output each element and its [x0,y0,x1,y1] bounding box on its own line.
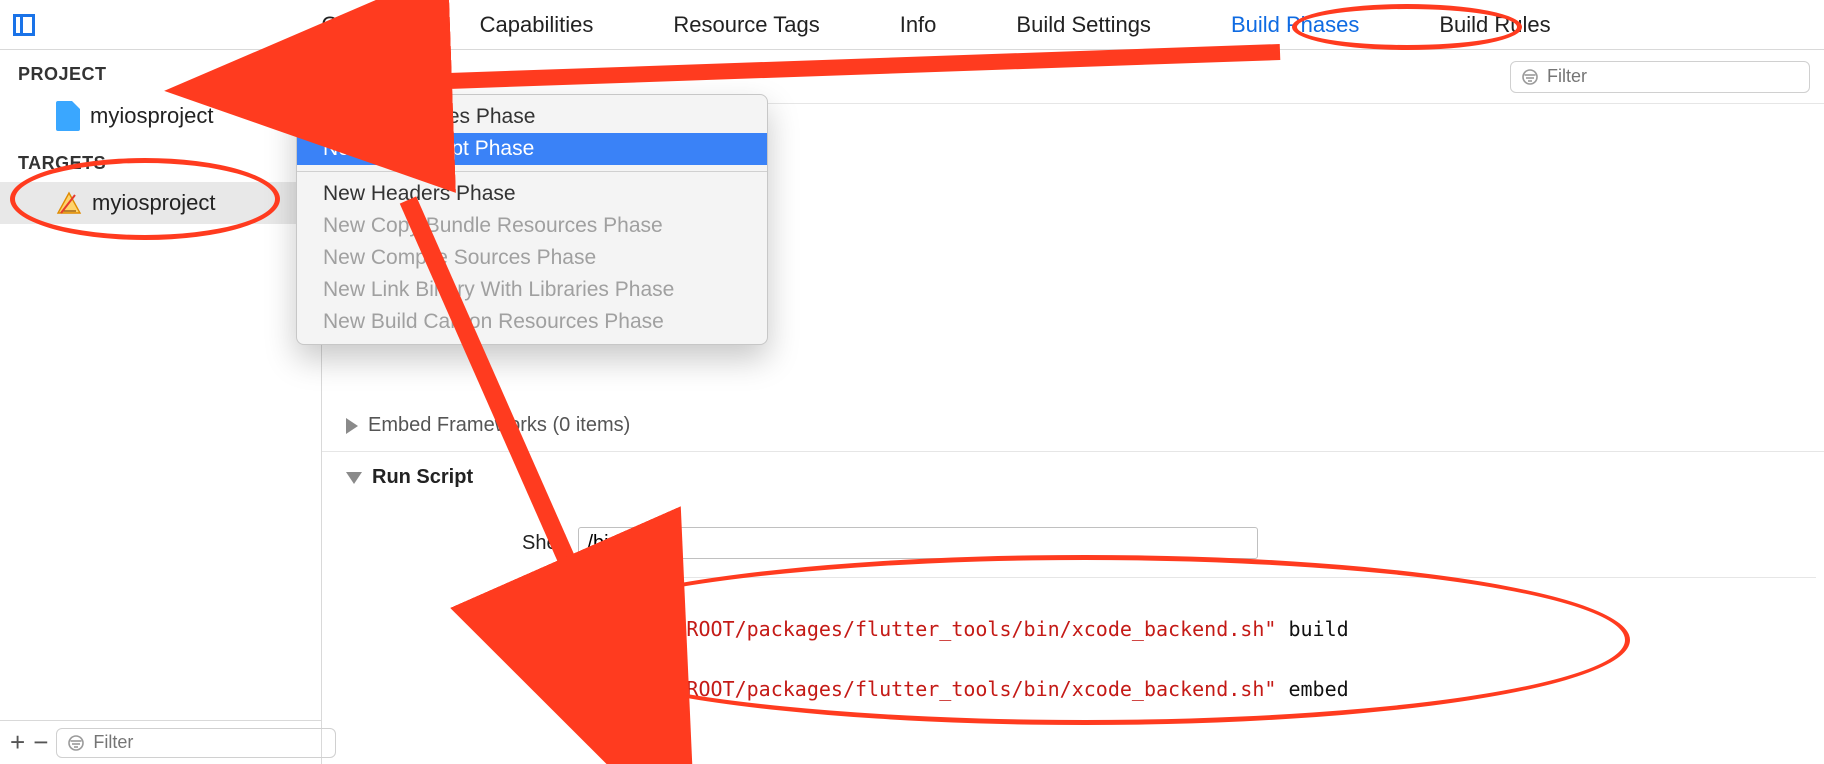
add-phase-context-menu: New Copy Files Phase New Run Script Phas… [296,94,768,345]
project-editor-tabbar: General Capabilities Resource Tags Info … [0,0,1824,50]
menu-item-new-compile-sources: New Compile Sources Phase [297,242,767,274]
phase-run-script-label: Run Script [372,466,473,489]
sidebar-filter-input[interactable] [93,732,325,753]
tab-general[interactable]: General [317,10,403,40]
sidebar-project-row[interactable]: myiosproject [0,93,321,139]
left-panel-toggle-icon[interactable] [13,14,35,36]
menu-item-new-copy-files[interactable]: New Copy Files Phase [297,101,767,133]
filter-icon [1521,68,1539,86]
shell-input[interactable] [578,527,1258,559]
add-target-button[interactable]: + [10,727,25,758]
sidebar-section-targets: TARGETS [0,139,321,182]
phase-run-script-header[interactable]: Run Script [322,452,1824,503]
sidebar-target-row[interactable]: myiosproject [0,182,321,224]
xcodeproj-icon [56,101,80,131]
run-script-body: Shell 1 2 3 "$FLUTTER_ROOT/packages/flut… [322,503,1824,764]
menu-item-new-link-binary: New Link Binary With Libraries Phase [297,274,767,306]
build-phases-filter-input[interactable] [1547,66,1799,87]
menu-item-new-headers[interactable]: New Headers Phase [297,178,767,210]
tab-build-rules[interactable]: Build Rules [1435,10,1554,40]
filter-icon [67,734,85,752]
shell-label: Shell [522,532,566,555]
tab-build-settings[interactable]: Build Settings [1012,10,1155,40]
tab-info[interactable]: Info [896,10,941,40]
menu-separator [297,171,767,172]
script-code[interactable]: "$FLUTTER_ROOT/packages/flutter_tools/bi… [566,578,1349,764]
disclosure-triangle-icon [346,418,358,434]
run-script-editor[interactable]: 1 2 3 "$FLUTTER_ROOT/packages/flutter_to… [522,577,1816,764]
sidebar-footer: + − [0,720,321,764]
phase-embed-frameworks-header[interactable]: Embed Frameworks (0 items) [322,400,1824,452]
tab-capabilities[interactable]: Capabilities [476,10,598,40]
menu-item-new-copy-bundle-resources: New Copy Bundle Resources Phase [297,210,767,242]
build-phases-filter-field[interactable] [1510,61,1810,93]
phase-embed-frameworks-label: Embed Frameworks (0 items) [368,414,630,437]
sidebar-project-label: myiosproject [90,103,213,129]
remove-target-button[interactable]: − [33,727,48,758]
line-gutter: 1 2 3 [522,578,566,764]
tab-build-phases[interactable]: Build Phases [1227,10,1363,40]
tab-resource-tags[interactable]: Resource Tags [669,10,823,40]
menu-item-new-run-script[interactable]: New Run Script Phase [297,133,767,165]
disclosure-triangle-open-icon [346,472,362,484]
sidebar-section-project: PROJECT [0,50,321,93]
project-targets-sidebar: PROJECT myiosproject TARGETS myiosprojec… [0,50,322,764]
sidebar-target-label: myiosproject [92,190,215,216]
menu-item-new-build-carbon: New Build Carbon Resources Phase [297,306,767,338]
app-target-icon [56,191,82,215]
sidebar-filter-field[interactable] [56,728,336,758]
